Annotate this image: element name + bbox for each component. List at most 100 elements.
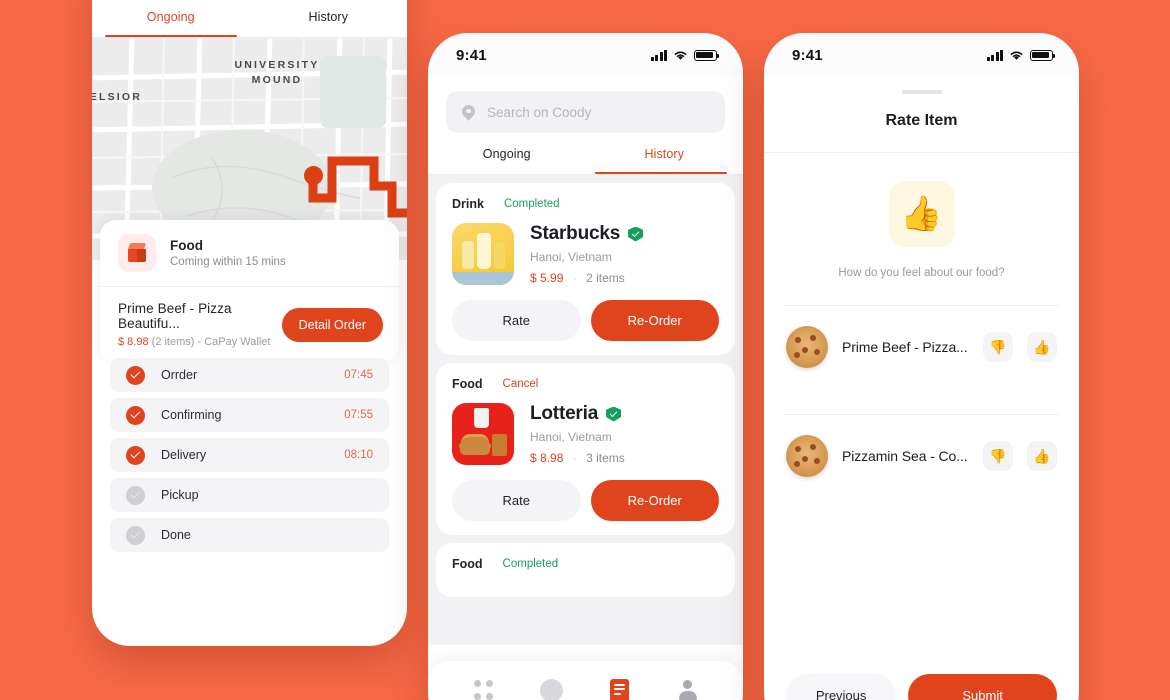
person-icon (677, 679, 697, 700)
order-timeline: Orrder 07:45 Confirming 07:55 Delivery 0… (92, 358, 407, 558)
verified-badge-icon (606, 406, 622, 422)
item-name: Pizzamin Sea - Co... (842, 448, 968, 464)
tab-ongoing[interactable]: Ongoing (428, 147, 586, 174)
order-meta: $ 8.98 · 3 items (530, 451, 719, 465)
order-category: Food (452, 557, 483, 571)
store-name: Starbucks (530, 223, 621, 244)
grid-icon (473, 680, 494, 700)
nav-explore-button[interactable] (535, 673, 569, 700)
nav-orders-button[interactable] (602, 673, 636, 700)
order-category: Food (452, 377, 483, 391)
order-item-name: Prime Beef - Pizza Beautifu... (118, 301, 232, 331)
order-summary-card: Food Coming within 15 mins Prime Beef - … (100, 220, 399, 362)
compass-icon (540, 678, 564, 700)
order-header: Food Coming within 15 mins (100, 220, 399, 286)
rating-footer: Previous Submit (764, 674, 1079, 700)
status-time: 9:41 (456, 46, 487, 64)
status-bar: 9:41 (764, 33, 1079, 77)
status-badge: Completed (502, 558, 559, 570)
order-tabs: Ongoing History (92, 10, 407, 37)
rate-item-row: Pizzamin Sea - Co... 👎 👍 (764, 415, 1079, 497)
timeline-row[interactable]: Pickup (110, 478, 389, 512)
history-card-header: Drink Completed (452, 197, 719, 211)
cellular-signal-icon (651, 49, 667, 61)
reorder-button[interactable]: Re-Order (590, 300, 719, 341)
timeline-label: Delivery (161, 448, 207, 462)
battery-icon (1030, 49, 1056, 61)
location-pin-icon (462, 105, 475, 120)
history-card-header: Food Cancel (452, 377, 719, 391)
thumbs-down-button[interactable]: 👎 (983, 441, 1013, 471)
reorder-button[interactable]: Re-Order (590, 480, 719, 521)
nav-profile-button[interactable] (670, 673, 704, 700)
tab-history[interactable]: History (250, 10, 408, 37)
thumbs-up-button[interactable]: 👍 (1027, 332, 1057, 362)
history-card: Drink Completed Starbucks Hanoi, Vietnam… (436, 183, 735, 355)
rate-button[interactable]: Rate (452, 480, 581, 521)
thumbs-down-button[interactable]: 👎 (983, 332, 1013, 362)
search-placeholder: Search on Coody (487, 104, 592, 120)
thumbs-up-button[interactable]: 👍 (1027, 441, 1057, 471)
timeline-label: Orrder (161, 368, 198, 382)
phone-order-history: 9:41 Search on Coody Ongoing History Dri… (428, 33, 743, 700)
history-card-header: Food Completed (452, 557, 719, 571)
status-badge: Cancel (502, 378, 539, 390)
timeline-label: Confirming (161, 408, 222, 422)
submit-button[interactable]: Submit (908, 674, 1057, 700)
check-icon (126, 365, 145, 385)
order-eta: Coming within 15 mins (170, 256, 286, 268)
previous-button[interactable]: Previous (786, 674, 897, 700)
timeline-row[interactable]: Confirming 07:55 (110, 398, 389, 432)
bottom-navigation (428, 661, 743, 700)
wifi-icon (1010, 51, 1023, 60)
timeline-row[interactable]: Delivery 08:10 (110, 438, 389, 472)
phone-ongoing-order: Search on Coody Ongoing History (92, 0, 407, 646)
detail-order-button[interactable]: Detail Order (281, 307, 383, 342)
order-items-count: 2 items (586, 271, 625, 285)
order-price-line: $ 8.98 (2 items) - CaPay Wallet (118, 336, 282, 348)
timeline-time: 07:45 (344, 369, 373, 381)
cellular-signal-icon (987, 49, 1003, 61)
meta-separator: · (572, 271, 577, 285)
timeline-row[interactable]: Done (110, 518, 389, 552)
meta-separator: · (572, 451, 577, 465)
rate-item-row: Prime Beef - Pizza... 👎 👍 (764, 306, 1079, 388)
store-location: Hanoi, Vietnam (530, 250, 612, 264)
history-card-actions: Rate Re-Order (452, 480, 719, 521)
timeline-row[interactable]: Orrder 07:45 (110, 358, 389, 392)
order-meta: $ 5.99 · 2 items (530, 271, 719, 285)
order-price: $ 8.98 (118, 336, 149, 348)
order-category: Drink (452, 197, 484, 211)
status-icons (987, 49, 1056, 61)
battery-icon (694, 49, 720, 61)
tab-history[interactable]: History (586, 147, 744, 174)
order-category: Food (170, 238, 203, 253)
history-card-actions: Rate Re-Order (452, 300, 719, 341)
check-icon-pending (126, 485, 145, 505)
page-title: Rate Item (885, 112, 958, 129)
store-location: Hanoi, Vietnam (530, 430, 612, 444)
map-label-university: UNIVERSITY MOUND (234, 59, 320, 86)
route-start-dot (304, 166, 323, 185)
search-bar[interactable]: Search on Coody (446, 91, 725, 133)
tab-indicator (594, 171, 728, 174)
nav-grid-button[interactable] (467, 673, 501, 700)
order-items-count: (2 items) (151, 336, 195, 348)
timeline-time: 07:55 (344, 409, 373, 421)
rate-button[interactable]: Rate (452, 300, 581, 341)
store-name-row: Lotteria (530, 403, 719, 425)
tab-indicator (104, 34, 237, 37)
item-thumbnail (786, 326, 828, 368)
thumbs-up-icon: 👍 (888, 181, 955, 247)
sheet-drag-handle[interactable] (901, 90, 942, 94)
verified-badge-icon (628, 226, 644, 242)
tab-ongoing[interactable]: Ongoing (92, 10, 250, 37)
order-price: $ 5.99 (530, 271, 564, 285)
history-card-body: Lotteria Hanoi, Vietnam $ 8.98 · 3 items (452, 403, 719, 465)
history-list[interactable]: Drink Completed Starbucks Hanoi, Vietnam… (428, 175, 743, 645)
timeline-label: Pickup (161, 488, 199, 502)
order-payment: - CaPay Wallet (197, 336, 271, 348)
check-icon (126, 445, 145, 465)
map-label-excelsior: CELSIOR (92, 91, 143, 103)
status-bar: 9:41 (428, 33, 743, 77)
